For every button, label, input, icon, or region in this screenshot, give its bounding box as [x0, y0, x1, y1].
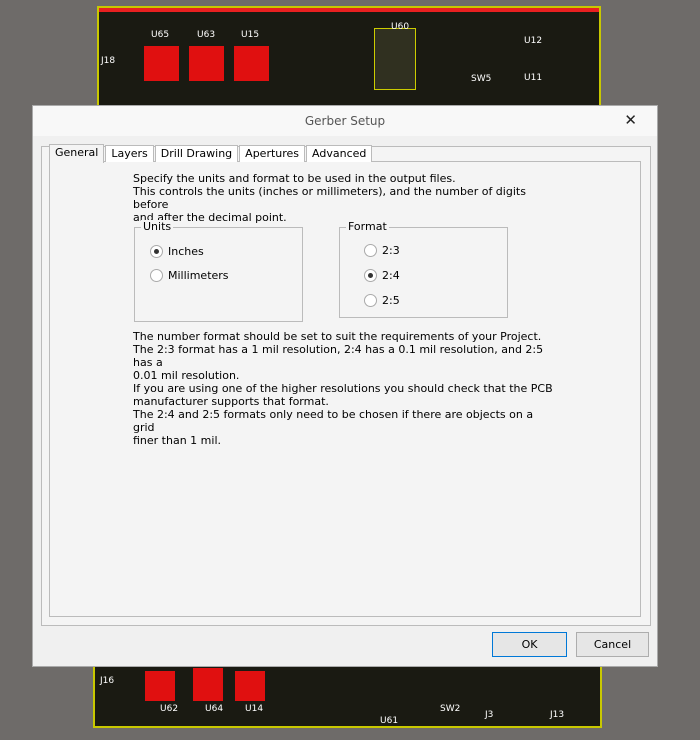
pcb-label: SW2: [440, 704, 461, 714]
pcb-label: U11: [524, 73, 543, 83]
radio-label: Millimeters: [168, 269, 229, 282]
pcb-label: J3: [485, 710, 494, 720]
radio-indicator[interactable]: [364, 294, 377, 307]
format-group: Format 2:3 2:4 2:5: [339, 220, 508, 318]
radio-label: 2:5: [382, 294, 400, 307]
tab-advanced[interactable]: Advanced: [306, 145, 373, 162]
pcb-board-bottom: U62 U64 U14 U61 SW2 J3 J13 J16: [93, 664, 602, 728]
pcb-label: U65: [151, 30, 170, 40]
tab-drill-drawing[interactable]: Drill Drawing: [154, 145, 239, 162]
pcb-board-top: U65 U63 U15 U60 U12 U11 SW5 J18: [97, 6, 601, 110]
format-title: Format: [346, 220, 389, 233]
pcb-label: J16: [100, 676, 115, 686]
pad: [144, 46, 179, 81]
radio-indicator[interactable]: [364, 269, 377, 282]
tab-general[interactable]: General: [49, 144, 105, 163]
pad: [193, 668, 223, 701]
text-line: The 2:3 format has a 1 mil resolution, 2…: [133, 343, 544, 369]
text-line: This controls the units (inches or milli…: [133, 185, 526, 211]
radio-label: Inches: [168, 245, 204, 258]
tab-layers[interactable]: Layers: [105, 145, 154, 162]
pad: [235, 671, 265, 701]
gerber-setup-dialog: Gerber Setup ✕ Specify the units and for…: [32, 105, 658, 667]
units-title: Units: [141, 220, 174, 233]
radio-2-3[interactable]: 2:3: [364, 244, 400, 257]
radio-inches[interactable]: Inches: [150, 245, 204, 258]
pcb-label: U63: [197, 30, 216, 40]
radio-indicator[interactable]: [150, 245, 163, 258]
text-line: and after the decimal point.: [133, 211, 287, 224]
pcb-label: U61: [380, 716, 399, 726]
text-line: If you are using one of the higher resol…: [133, 382, 553, 395]
dialog-title: Gerber Setup: [33, 106, 657, 136]
cancel-button[interactable]: Cancel: [576, 632, 649, 657]
ok-button[interactable]: OK: [492, 632, 567, 657]
radio-2-5[interactable]: 2:5: [364, 294, 400, 307]
radio-millimeters[interactable]: Millimeters: [150, 269, 229, 282]
close-icon[interactable]: ✕: [624, 106, 637, 134]
pcb-label: U64: [205, 704, 224, 714]
chip: [374, 28, 416, 90]
pcb-label: U60: [391, 22, 410, 32]
pad: [234, 46, 269, 81]
text-line: Specify the units and format to be used …: [133, 172, 456, 185]
pcb-label: U62: [160, 704, 179, 714]
pcb-label: SW5: [471, 74, 492, 84]
text-line: finer than 1 mil.: [133, 434, 221, 447]
pcb-label: U14: [245, 704, 264, 714]
radio-indicator[interactable]: [364, 244, 377, 257]
general-panel: Specify the units and format to be used …: [49, 161, 641, 617]
pcb-label: U15: [241, 30, 260, 40]
pad: [189, 46, 224, 81]
text-line: 0.01 mil resolution.: [133, 369, 240, 382]
notes-text: The number format should be set to suit …: [133, 330, 553, 447]
trace: [99, 8, 599, 12]
pcb-label: J13: [550, 710, 565, 720]
pad: [145, 671, 175, 701]
text-line: The number format should be set to suit …: [133, 330, 542, 343]
pcb-label: U12: [524, 36, 543, 46]
radio-label: 2:4: [382, 269, 400, 282]
pcb-label: J18: [101, 56, 116, 66]
units-group: Units Inches Millimeters: [134, 220, 303, 322]
radio-2-4[interactable]: 2:4: [364, 269, 400, 282]
text-line: manufacturer supports that format.: [133, 395, 329, 408]
radio-indicator[interactable]: [150, 269, 163, 282]
text-line: The 2:4 and 2:5 formats only need to be …: [133, 408, 534, 434]
tab-bar: General Layers Drill Drawing Apertures A…: [49, 144, 373, 163]
intro-text: Specify the units and format to be used …: [133, 172, 553, 224]
tab-apertures[interactable]: Apertures: [239, 145, 306, 162]
radio-label: 2:3: [382, 244, 400, 257]
